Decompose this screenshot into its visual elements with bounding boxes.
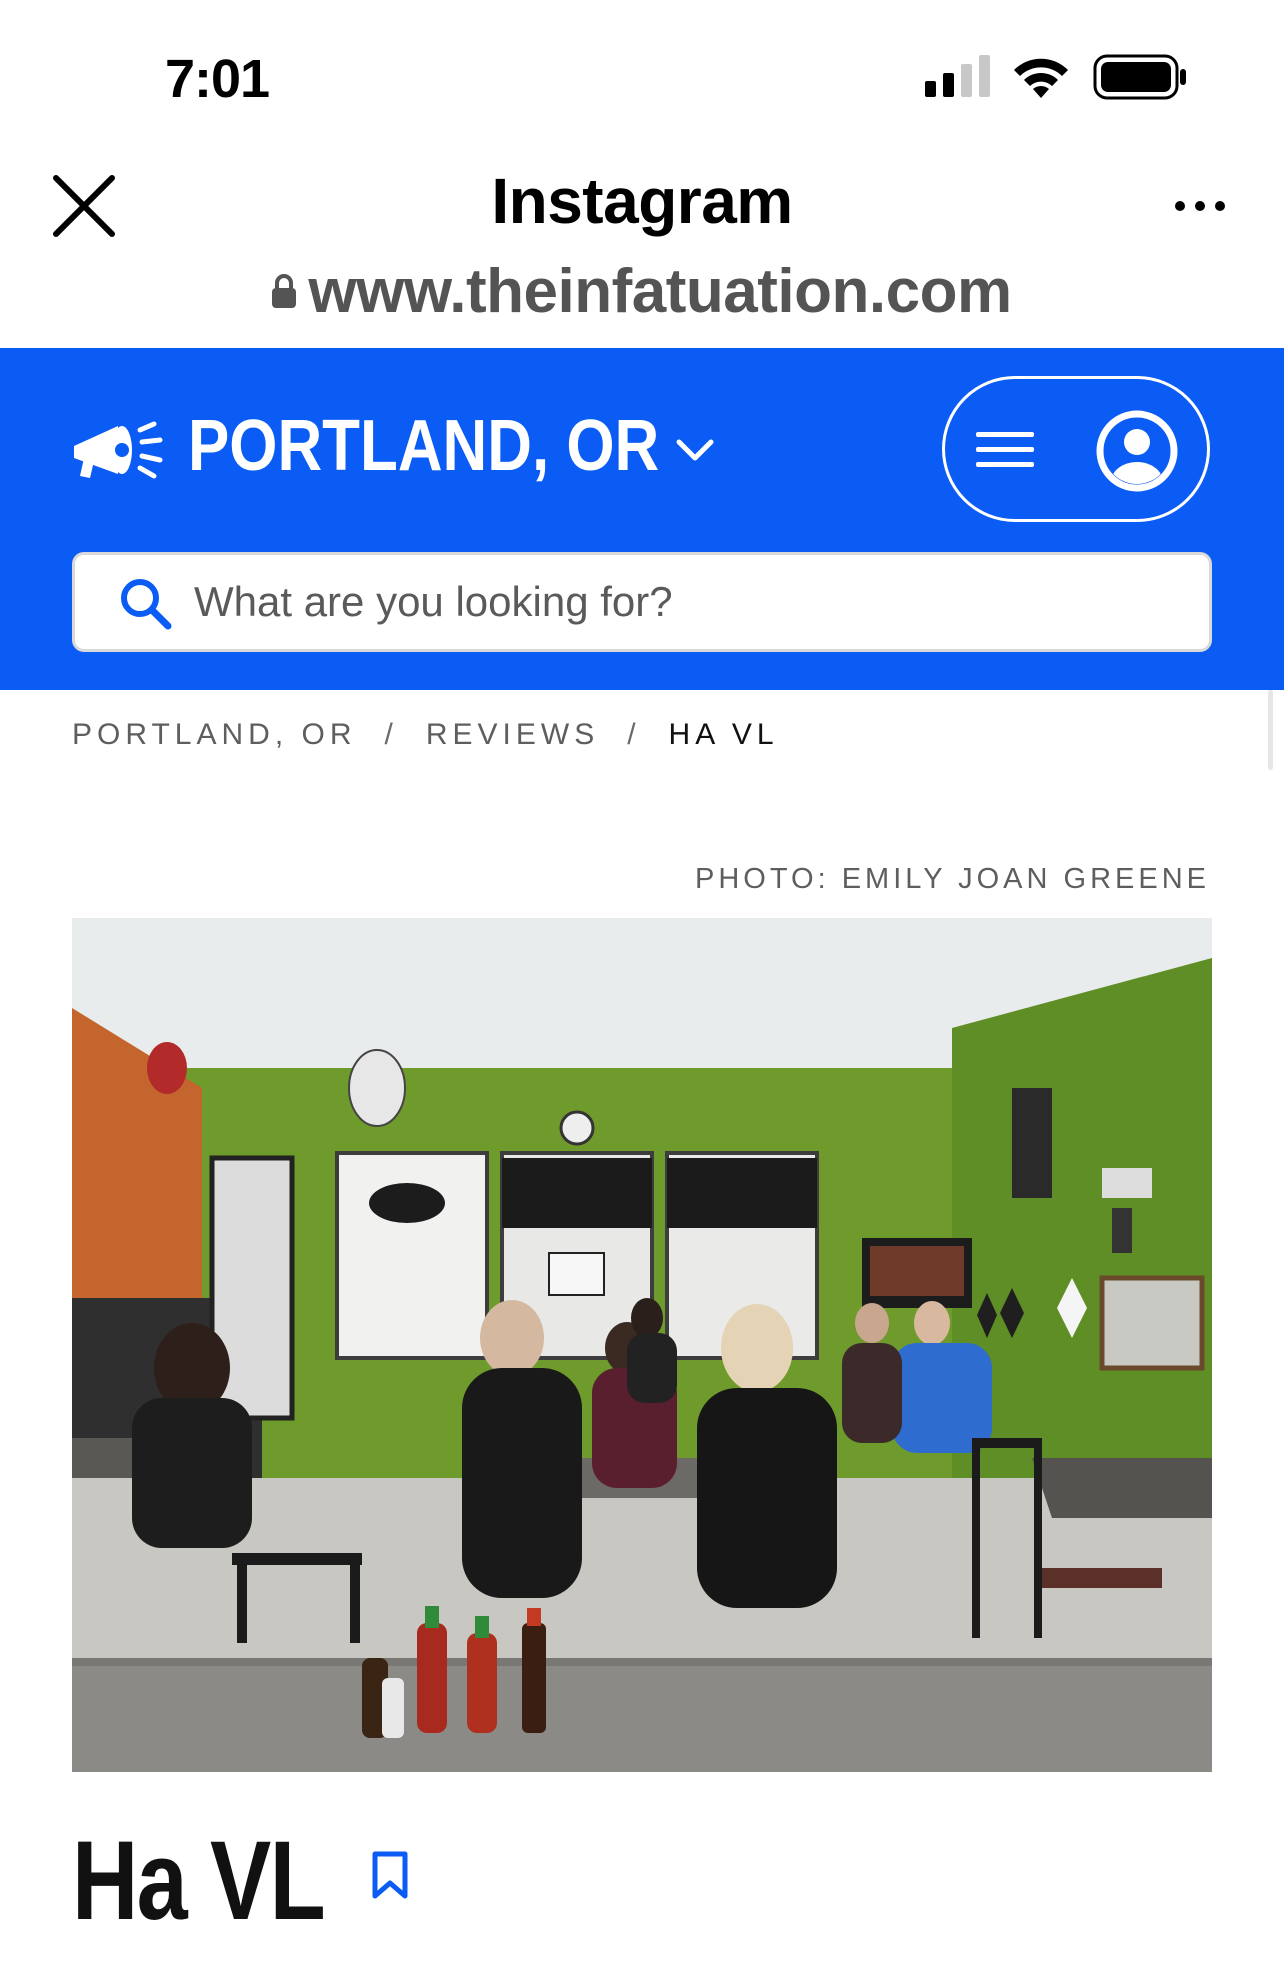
bookmark-icon[interactable] [370,1850,410,1900]
breadcrumb: PORTLAND, OR / REVIEWS / HA VL [72,718,779,752]
status-time: 7:01 [165,49,270,109]
megaphone-logo-icon[interactable] [70,416,165,486]
battery-icon [1093,54,1186,100]
restaurant-name: Ha VL [72,1818,326,1943]
search-icon [121,579,172,630]
city-selector-label[interactable]: PORTLAND, OR [188,405,659,487]
chevron-down-icon[interactable] [675,436,715,464]
breadcrumb-current: HA VL [668,718,779,751]
browser-title: Instagram [491,165,793,237]
scrollbar[interactable] [1268,690,1273,770]
hamburger-menu-icon[interactable] [976,430,1034,470]
lock-icon [272,274,297,308]
search-input[interactable] [194,567,1184,637]
breadcrumb-separator: / [384,718,398,751]
breadcrumb-link-reviews[interactable]: REVIEWS [426,718,599,751]
account-icon[interactable] [1096,410,1178,492]
breadcrumb-separator: / [627,718,641,751]
restaurant-photo [72,918,1212,1772]
wifi-icon [1014,58,1068,98]
url-bar[interactable]: www.theinfatuation.com [0,256,1284,327]
more-icon[interactable] [1170,186,1230,226]
url-text: www.theinfatuation.com [308,257,1012,326]
cellular-signal-icon [925,55,990,97]
breadcrumb-link-city[interactable]: PORTLAND, OR [72,718,357,751]
photo-credit: PHOTO: EMILY JOAN GREENE [695,863,1210,895]
